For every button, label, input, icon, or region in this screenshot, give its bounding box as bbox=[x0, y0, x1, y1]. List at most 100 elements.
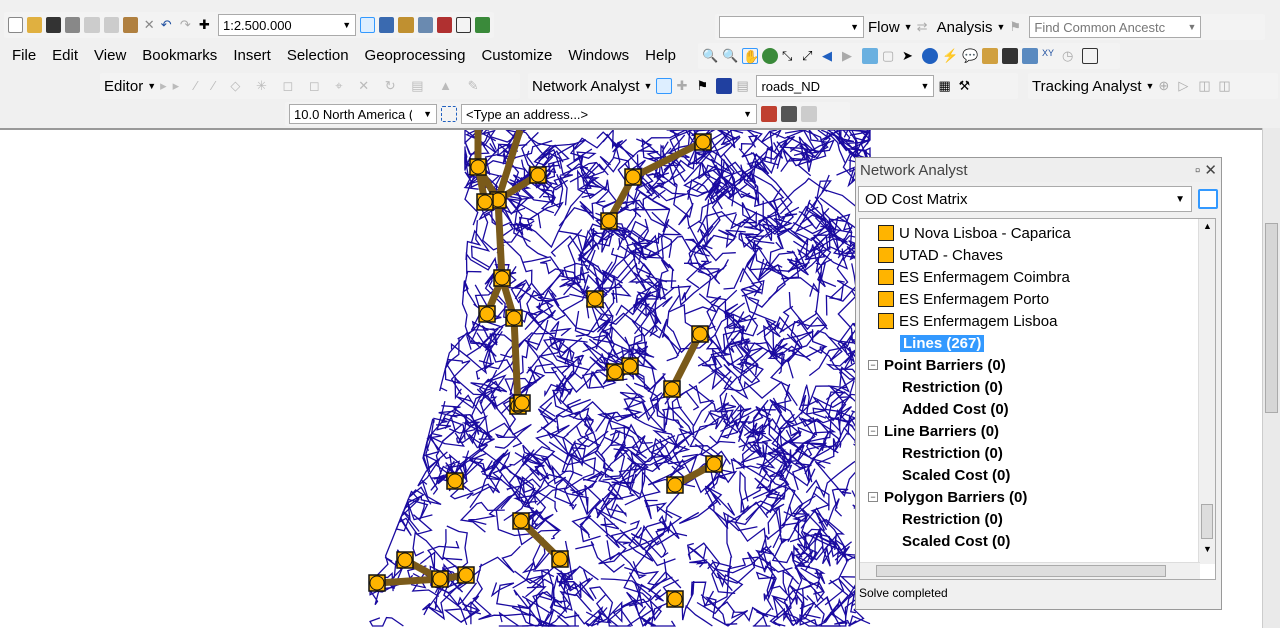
save-icon[interactable] bbox=[46, 17, 62, 33]
tree-item[interactable]: Restriction (0) bbox=[878, 376, 1215, 398]
undo-icon[interactable]: ↶ bbox=[161, 17, 176, 33]
trace-task-combo[interactable]: Find Common Ancestc ▼ bbox=[1029, 16, 1202, 38]
find-icon[interactable] bbox=[1002, 48, 1018, 64]
add-data-icon[interactable]: ✚ bbox=[199, 17, 214, 33]
back-icon[interactable]: ◀ bbox=[822, 48, 838, 64]
menu-bookmarks[interactable]: Bookmarks bbox=[134, 44, 225, 67]
editor-toolbar-icon[interactable] bbox=[360, 17, 376, 33]
time-slider-icon[interactable]: ◷ bbox=[1062, 48, 1078, 64]
cut-icon[interactable] bbox=[84, 17, 100, 33]
tree-item[interactable]: − Polygon Barriers (0) bbox=[860, 486, 1215, 508]
tree-item[interactable]: − Point Barriers (0) bbox=[860, 354, 1215, 376]
redo-icon[interactable]: ↷ bbox=[180, 17, 195, 33]
catalog-icon[interactable] bbox=[398, 17, 414, 33]
arctoolbox-icon[interactable] bbox=[436, 17, 452, 33]
directions-icon[interactable]: ▤ bbox=[736, 78, 752, 94]
flag-icon[interactable]: ⚑ bbox=[1009, 19, 1025, 35]
forward-icon[interactable]: ▶ bbox=[842, 48, 858, 64]
scale-combo[interactable]: 1:2.500.000 ▼ bbox=[217, 14, 357, 36]
select-move-location-icon[interactable]: ⚑ bbox=[696, 78, 712, 94]
clear-selection-icon[interactable]: ▢ bbox=[882, 48, 898, 64]
flow-menu[interactable]: Flow bbox=[868, 19, 900, 36]
collapse-icon[interactable]: − bbox=[868, 426, 878, 436]
tracking-analyst-menu[interactable]: Tracking Analyst bbox=[1032, 78, 1142, 95]
add-temporal-data-icon[interactable]: ⊕ bbox=[1158, 78, 1174, 94]
copy-icon[interactable] bbox=[103, 17, 119, 33]
menu-view[interactable]: View bbox=[86, 44, 134, 67]
reverse-geocode-icon[interactable] bbox=[801, 106, 817, 122]
tree-item[interactable]: UTAD - Chaves bbox=[878, 244, 1215, 266]
create-location-icon[interactable]: ✚ bbox=[676, 78, 692, 94]
delete-icon[interactable]: ✕ bbox=[142, 17, 157, 33]
tree-item[interactable]: ES Enfermagem Lisboa bbox=[878, 310, 1215, 332]
network-dataset-combo[interactable]: roads_ND ▼ bbox=[756, 75, 935, 97]
tree-item[interactable]: Lines (267) bbox=[878, 332, 1215, 354]
tree-item[interactable]: Added Cost (0) bbox=[878, 398, 1215, 420]
tree-item[interactable]: ES Enfermagem Porto bbox=[878, 288, 1215, 310]
scrollbar-thumb[interactable] bbox=[1265, 223, 1278, 413]
flow-arrows-icon[interactable]: ⇄ bbox=[917, 19, 933, 35]
new-icon[interactable] bbox=[8, 17, 24, 33]
menu-insert[interactable]: Insert bbox=[225, 44, 279, 67]
collapse-icon[interactable]: − bbox=[868, 492, 878, 502]
network-identify-icon[interactable]: ⚒ bbox=[958, 78, 974, 94]
tree-hscroll-thumb[interactable] bbox=[876, 565, 1166, 577]
flow-combo[interactable]: ▼ bbox=[719, 16, 864, 38]
paste-icon[interactable] bbox=[122, 17, 138, 33]
playback-icon[interactable]: ▷ bbox=[1178, 78, 1194, 94]
menu-edit[interactable]: Edit bbox=[44, 44, 86, 67]
tree-item[interactable]: U Nova Lisboa - Caparica bbox=[878, 222, 1215, 244]
menu-customize[interactable]: Customize bbox=[473, 44, 560, 67]
open-icon[interactable] bbox=[27, 17, 43, 33]
action-manager-icon[interactable]: ◫ bbox=[1198, 78, 1214, 94]
maximize-icon[interactable]: ▫ bbox=[1195, 162, 1200, 179]
print-icon[interactable] bbox=[65, 17, 81, 33]
collapse-icon[interactable]: − bbox=[868, 360, 878, 370]
address-inspector-icon[interactable] bbox=[441, 106, 457, 122]
magnifier-icon[interactable] bbox=[1082, 48, 1098, 64]
tree-item[interactable]: ES Enfermagem Coimbra bbox=[878, 266, 1215, 288]
network-analyst-menu[interactable]: Network Analyst bbox=[532, 78, 640, 95]
tree-item[interactable]: Restriction (0) bbox=[878, 442, 1215, 464]
solve-icon[interactable] bbox=[716, 78, 733, 94]
fixed-zoom-in-icon[interactable]: ⤡ bbox=[782, 48, 798, 64]
map-vertical-scrollbar[interactable] bbox=[1262, 128, 1280, 628]
select-elements-icon[interactable]: ➤ bbox=[902, 48, 918, 64]
search-window-icon[interactable] bbox=[417, 17, 433, 33]
fixed-zoom-out-icon[interactable]: ⤢ bbox=[802, 48, 818, 64]
tree-item[interactable]: Scaled Cost (0) bbox=[878, 464, 1215, 486]
close-icon[interactable]: ✕ bbox=[1204, 162, 1217, 179]
editor-menu[interactable]: Editor bbox=[104, 78, 143, 95]
network-analyst-window-icon[interactable] bbox=[656, 78, 673, 94]
full-extent-icon[interactable] bbox=[762, 48, 778, 64]
tree-item[interactable]: Scaled Cost (0) bbox=[878, 530, 1215, 552]
menu-selection[interactable]: Selection bbox=[279, 44, 357, 67]
data-clock-icon[interactable]: ◫ bbox=[1218, 78, 1234, 94]
address-input[interactable]: <Type an address...> ▼ bbox=[461, 104, 757, 124]
pan-icon[interactable]: ✋ bbox=[742, 48, 759, 64]
menu-windows[interactable]: Windows bbox=[560, 44, 637, 67]
properties-icon[interactable] bbox=[1198, 189, 1218, 209]
menu-file[interactable]: File bbox=[4, 44, 44, 67]
review-rematch-icon[interactable] bbox=[781, 106, 797, 122]
find-route-icon[interactable] bbox=[1022, 48, 1038, 64]
menu-geoprocessing[interactable]: Geoprocessing bbox=[357, 44, 474, 67]
geocode-house-icon[interactable] bbox=[761, 106, 777, 122]
hyperlink-icon[interactable]: ⚡ bbox=[942, 48, 958, 64]
menu-help[interactable]: Help bbox=[637, 44, 684, 67]
tree-scroll-thumb[interactable] bbox=[1201, 504, 1213, 539]
go-to-xy-icon[interactable]: XY bbox=[1042, 48, 1058, 64]
zoom-out-icon[interactable]: 🔍 bbox=[722, 48, 738, 64]
tree-horizontal-scrollbar[interactable] bbox=[860, 562, 1200, 579]
tree-item[interactable]: − Line Barriers (0) bbox=[860, 420, 1215, 442]
build-network-icon[interactable]: ▦ bbox=[938, 78, 954, 94]
tree-vertical-scrollbar[interactable]: ▲ ▼ bbox=[1198, 219, 1215, 564]
html-popup-icon[interactable]: 💬 bbox=[962, 48, 978, 64]
network-analysis-tree[interactable]: U Nova Lisboa - Caparica UTAD - Chaves ES … bbox=[859, 218, 1216, 580]
locator-combo[interactable]: 10.0 North America (▼ bbox=[289, 104, 437, 124]
measure-icon[interactable] bbox=[982, 48, 998, 64]
select-features-icon[interactable] bbox=[862, 48, 878, 64]
identify-icon[interactable] bbox=[922, 48, 938, 64]
tree-item[interactable]: Restriction (0) bbox=[878, 508, 1215, 530]
analysis-menu[interactable]: Analysis bbox=[937, 19, 993, 36]
